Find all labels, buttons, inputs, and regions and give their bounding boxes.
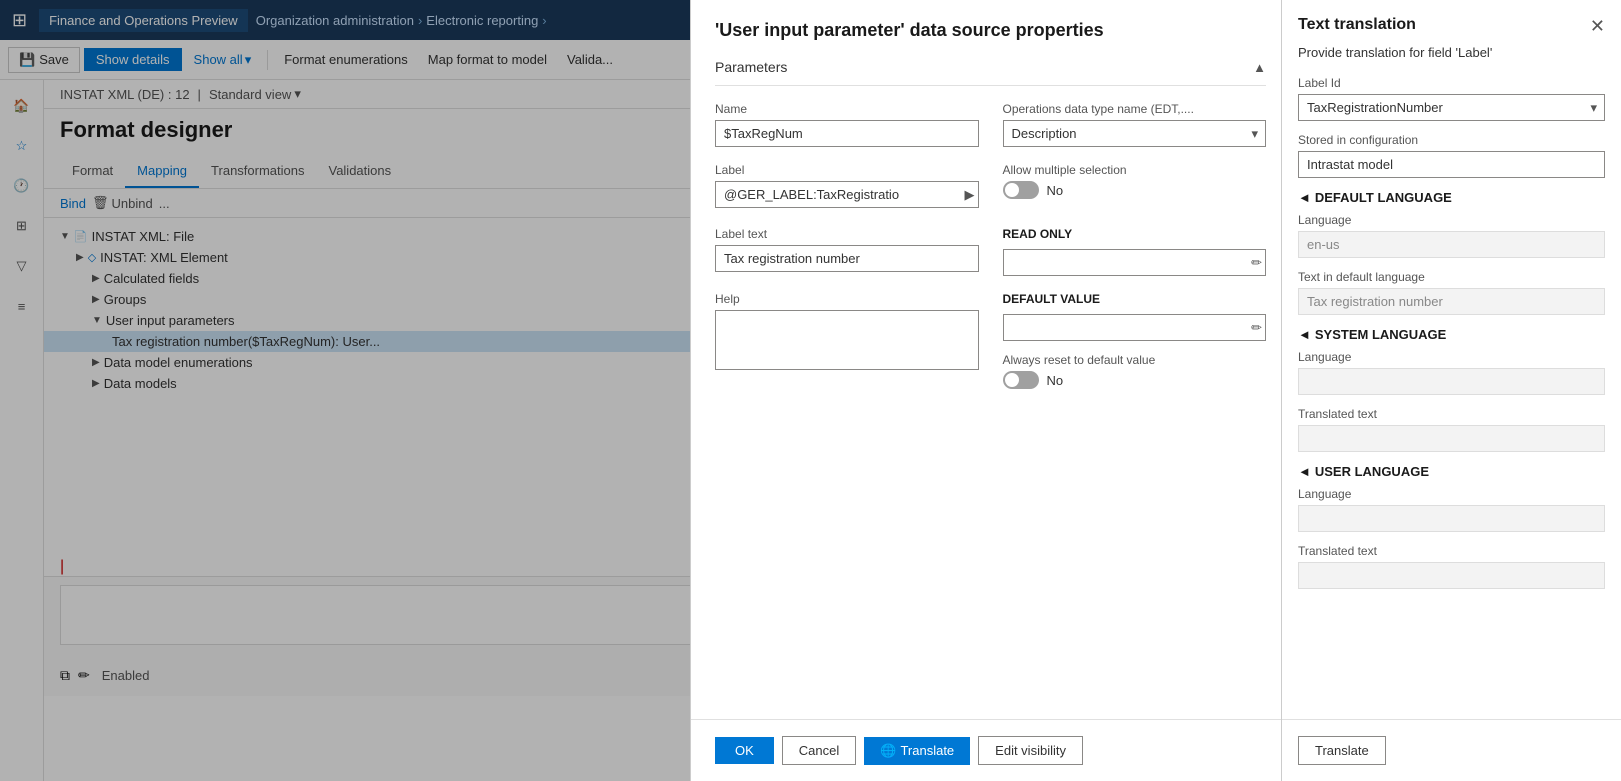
close-button[interactable]: ✕ (1590, 16, 1605, 37)
system-lang-label-field: Language (1298, 350, 1605, 364)
params-section: Parameters ▲ Name Operations data type n… (691, 49, 1290, 719)
system-language-section[interactable]: ◄ SYSTEM LANGUAGE (1298, 327, 1605, 342)
default-language-section[interactable]: ◄ DEFAULT LANGUAGE (1298, 190, 1605, 205)
cancel-button[interactable]: Cancel (782, 736, 856, 765)
form-row-labeltext-readonly: Label text READ ONLY ✏ (715, 227, 1266, 276)
right-panel-form: Label Id TaxRegistrationNumber Stored in… (1282, 76, 1621, 601)
readonly-input[interactable] (1003, 249, 1267, 276)
right-panel-subtitle: Provide translation for field 'Label' (1282, 45, 1621, 60)
stored-label: Stored in configuration (1298, 133, 1605, 147)
translate-icon: 🌐 (880, 743, 896, 759)
allow-multiple-toggle-row: No (1003, 181, 1267, 199)
right-panel-header: Text translation ✕ (1282, 0, 1621, 45)
right-label-id-group: Label Id TaxRegistrationNumber (1298, 76, 1605, 121)
form-group-default: DEFAULT VALUE ✏ Always reset to default … (1003, 292, 1267, 401)
default-value-input[interactable] (1003, 314, 1267, 341)
form-group-readonly: READ ONLY ✏ (1003, 227, 1267, 276)
readonly-section-label: READ ONLY (1003, 227, 1267, 241)
user-lang-input (1298, 505, 1605, 532)
allow-multiple-label: Allow multiple selection (1003, 163, 1267, 177)
label-id-select[interactable]: TaxRegistrationNumber (1298, 94, 1605, 121)
label-label: Label (715, 163, 979, 177)
right-stored-group: Stored in configuration (1298, 133, 1605, 178)
allow-multiple-toggle[interactable] (1003, 181, 1039, 199)
user-language-section[interactable]: ◄ USER LANGUAGE (1298, 464, 1605, 479)
always-reset-no: No (1047, 373, 1064, 388)
right-user-lang-group: Language (1298, 487, 1605, 532)
name-label: Name (715, 102, 979, 116)
section-header: Parameters ▲ (715, 49, 1266, 86)
user-translated-input (1298, 562, 1605, 589)
collapse-icon[interactable]: ▲ (1253, 60, 1266, 75)
name-input[interactable] (715, 120, 979, 147)
default-lang-arrow: ◄ (1298, 190, 1311, 205)
form-group-label-text: Label text (715, 227, 979, 276)
default-value-wrapper: ✏ (1003, 314, 1267, 341)
right-system-translated-group: Translated text (1298, 407, 1605, 452)
dialog-footer: OK Cancel 🌐 Translate Edit visibility (691, 719, 1290, 781)
label-input-wrapper: ▶ (715, 181, 979, 208)
system-translated-label: Translated text (1298, 407, 1605, 421)
system-translated-input (1298, 425, 1605, 452)
always-reset-section: Always reset to default value No (1003, 353, 1267, 389)
form-group-help: Help (715, 292, 979, 401)
params-section-title: Parameters (715, 59, 787, 75)
user-input-dialog: 'User input parameter' data source prope… (690, 0, 1290, 781)
operations-label: Operations data type name (EDT,.... (1003, 102, 1267, 116)
form-row-label-allow: Label ▶ Allow multiple selection No (715, 163, 1266, 211)
dialog-header: 'User input parameter' data source prope… (691, 0, 1290, 49)
readonly-input-wrapper: ✏ (1003, 249, 1267, 276)
label-input[interactable] (715, 181, 979, 208)
edit-visibility-button[interactable]: Edit visibility (978, 736, 1083, 765)
form-group-label: Label ▶ (715, 163, 979, 211)
stored-input[interactable] (1298, 151, 1605, 178)
user-lang-label-field: Language (1298, 487, 1605, 501)
label-id-label: Label Id (1298, 76, 1605, 90)
always-reset-toggle[interactable] (1003, 371, 1039, 389)
right-panel-title: Text translation (1298, 16, 1416, 34)
right-text-default-group: Text in default language (1298, 270, 1605, 315)
text-default-input (1298, 288, 1605, 315)
text-default-label: Text in default language (1298, 270, 1605, 284)
form-row-name-ops: Name Operations data type name (EDT,....… (715, 102, 1266, 147)
right-panel-footer: Translate (1282, 719, 1621, 781)
default-value-section-label: DEFAULT VALUE (1003, 292, 1267, 306)
operations-select[interactable]: Description (1003, 120, 1267, 147)
ok-button[interactable]: OK (715, 737, 774, 764)
always-reset-label: Always reset to default value (1003, 353, 1267, 367)
label-text-input[interactable] (715, 245, 979, 272)
operations-select-wrapper: Description (1003, 120, 1267, 147)
label-text-label: Label text (715, 227, 979, 241)
right-panel: Text translation ✕ Provide translation f… (1281, 0, 1621, 781)
system-lang-arrow: ◄ (1298, 327, 1311, 342)
system-lang-input (1298, 368, 1605, 395)
default-lang-input (1298, 231, 1605, 258)
user-lang-arrow: ◄ (1298, 464, 1311, 479)
label-edit-icon[interactable]: ▶ (965, 187, 975, 203)
always-reset-toggle-row: No (1003, 371, 1267, 389)
dialog-title: 'User input parameter' data source prope… (715, 20, 1266, 41)
help-label: Help (715, 292, 979, 306)
readonly-edit-icon[interactable]: ✏ (1251, 255, 1262, 271)
label-id-select-wrapper: TaxRegistrationNumber (1298, 94, 1605, 121)
default-lang-label: Language (1298, 213, 1605, 227)
right-user-translated-group: Translated text (1298, 544, 1605, 589)
right-system-lang-group: Language (1298, 350, 1605, 395)
form-group-name: Name (715, 102, 979, 147)
translate-button[interactable]: 🌐 Translate (864, 737, 970, 765)
allow-multiple-no: No (1047, 183, 1064, 198)
form-group-operations: Operations data type name (EDT,.... Desc… (1003, 102, 1267, 147)
translate-right-button[interactable]: Translate (1298, 736, 1386, 765)
default-edit-icon[interactable]: ✏ (1251, 320, 1262, 336)
right-default-lang-group: Language (1298, 213, 1605, 258)
form-row-help-default: Help DEFAULT VALUE ✏ Always reset to def… (715, 292, 1266, 401)
user-translated-label: Translated text (1298, 544, 1605, 558)
help-textarea[interactable] (715, 310, 979, 370)
form-group-allow-multiple: Allow multiple selection No (1003, 163, 1267, 211)
